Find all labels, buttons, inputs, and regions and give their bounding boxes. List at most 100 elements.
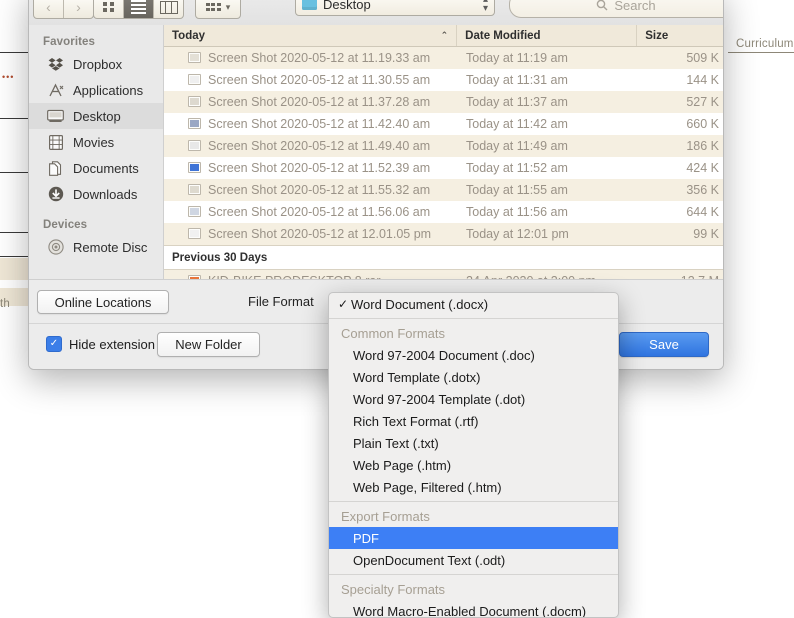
table-row[interactable]: Screen Shot 2020-05-12 at 11.49.40 am Tod…	[164, 135, 723, 157]
bg-rule	[0, 256, 28, 257]
menu-item[interactable]: Web Page, Filtered (.htm)	[329, 476, 618, 498]
search-input[interactable]: Search	[509, 0, 723, 18]
menu-item[interactable]: Word Macro-Enabled Document (.docm)	[329, 600, 618, 618]
search-placeholder: Search	[614, 0, 656, 13]
menu-item[interactable]: PDF	[329, 527, 618, 549]
file-size-cell: 356 K	[686, 182, 719, 197]
sidebar-item-desktop[interactable]: Desktop	[29, 103, 163, 129]
table-row[interactable]: Screen Shot 2020-05-12 at 11.42.40 am Tod…	[164, 113, 723, 135]
sidebar-item-applications[interactable]: Applications	[29, 77, 163, 103]
file-size-cell: 527 K	[686, 94, 719, 109]
documents-icon	[47, 160, 64, 177]
table-row[interactable]: Screen Shot 2020-05-12 at 11.19.33 am Tod…	[164, 47, 723, 69]
search-icon	[597, 0, 608, 11]
hide-extension-checkbox[interactable]: ✓ Hide extension	[46, 336, 155, 352]
sidebar-item-downloads[interactable]: Downloads	[29, 181, 163, 207]
file-name-text: Screen Shot 2020-05-12 at 11.49.40 am	[208, 138, 431, 153]
screenshot-thumbnail-icon	[188, 162, 201, 173]
new-folder-button[interactable]: New Folder	[157, 332, 260, 357]
sidebar-item-label: Desktop	[73, 108, 121, 124]
desktop-icon	[47, 108, 64, 125]
back-button[interactable]: ‹	[34, 0, 64, 18]
menu-item-label: Word Document (.docx)	[351, 296, 489, 312]
grid-icon	[103, 1, 114, 13]
location-popup-button[interactable]: Desktop ▴▾	[295, 0, 495, 16]
chevron-updown-icon: ▴▾	[482, 0, 488, 14]
bg-dots: •••	[2, 72, 15, 82]
menu-separator	[329, 501, 618, 502]
menu-groups: Common Formats Word 97-2004 Document (.do…	[329, 322, 618, 618]
file-date-cell: Today at 11:37 am	[466, 94, 568, 109]
menu-item[interactable]: Rich Text Format (.rtf)	[329, 410, 618, 432]
chevron-down-icon: ▾	[225, 1, 231, 12]
file-date-cell: Today at 11:19 am	[466, 50, 568, 65]
table-row[interactable]: Screen Shot 2020-05-12 at 11.37.28 am Tod…	[164, 91, 723, 113]
nav-buttons[interactable]: ‹ ›	[33, 0, 94, 19]
file-name-text: Screen Shot 2020-05-12 at 11.56.06 am	[208, 204, 431, 219]
menu-item[interactable]: Word 97-2004 Template (.dot)	[329, 388, 618, 410]
file-name-text: Screen Shot 2020-05-12 at 11.52.39 am	[208, 160, 431, 175]
menu-item[interactable]: Word Template (.dotx)	[329, 366, 618, 388]
file-name-text: Screen Shot 2020-05-12 at 11.30.55 am	[208, 72, 431, 87]
sidebar-item-remote-disc[interactable]: Remote Disc	[29, 234, 163, 260]
save-button[interactable]: Save	[619, 332, 709, 357]
menu-item[interactable]: OpenDocument Text (.odt)	[329, 549, 618, 571]
bg-rule	[0, 52, 28, 53]
bg-left-fragment: th	[0, 298, 10, 310]
applications-icon	[47, 82, 64, 99]
sidebar-item-movies[interactable]: Movies	[29, 129, 163, 155]
menu-item-current[interactable]: ✓ Word Document (.docx)	[329, 293, 618, 315]
table-row[interactable]: Screen Shot 2020-05-12 at 11.56.06 am Tod…	[164, 201, 723, 223]
file-date-cell: Today at 11:42 am	[466, 116, 568, 131]
column-header-size[interactable]: Size	[637, 25, 723, 46]
file-name-cell: Screen Shot 2020-05-12 at 12.01.05 pm	[164, 227, 458, 241]
table-row[interactable]: Screen Shot 2020-05-12 at 11.52.39 am Tod…	[164, 157, 723, 179]
folder-icon	[302, 0, 317, 10]
screenshot-thumbnail-icon	[188, 228, 201, 239]
bg-rule	[728, 52, 794, 53]
table-row[interactable]: Screen Shot 2020-05-12 at 11.30.55 am Tod…	[164, 69, 723, 91]
file-date-cell: Today at 11:31 am	[466, 72, 568, 87]
menu-item[interactable]: Word 97-2004 Document (.doc)	[329, 344, 618, 366]
sidebar-section-header: Devices	[43, 219, 88, 231]
menu-section-header: Specialty Formats	[341, 581, 446, 597]
hide-extension-label: Hide extension	[69, 336, 155, 352]
table-row[interactable]: Screen Shot 2020-05-12 at 12.01.05 pm Tod…	[164, 223, 723, 245]
bg-rule	[0, 232, 28, 233]
file-name-text: Screen Shot 2020-05-12 at 12.01.05 pm	[208, 226, 432, 241]
file-name-cell: Screen Shot 2020-05-12 at 11.30.55 am	[164, 73, 458, 87]
file-rows: Screen Shot 2020-05-12 at 11.19.33 am Tod…	[164, 47, 723, 280]
group-icon	[205, 3, 221, 11]
menu-item[interactable]: Web Page (.htm)	[329, 454, 618, 476]
file-name-cell: Screen Shot 2020-05-12 at 11.37.28 am	[164, 95, 458, 109]
menu-separator	[329, 318, 618, 319]
screenshot-thumbnail-icon	[188, 206, 201, 217]
dropbox-icon	[47, 56, 64, 73]
file-date-cell: Today at 11:56 am	[466, 204, 568, 219]
file-list: Today ⌃ Date Modified Size Screen Shot 2…	[164, 25, 723, 280]
sidebar-item-documents[interactable]: Documents	[29, 155, 163, 181]
view-column-button[interactable]	[154, 0, 183, 18]
file-format-menu[interactable]: ✓ Word Document (.docx) Common Formats Wo…	[328, 292, 619, 618]
file-name-text: Screen Shot 2020-05-12 at 11.42.40 am	[208, 116, 431, 131]
view-list-button[interactable]	[124, 0, 154, 18]
file-name-cell: Screen Shot 2020-05-12 at 11.49.40 am	[164, 139, 458, 153]
screenshot-thumbnail-icon	[188, 140, 201, 151]
sidebar-item-dropbox[interactable]: Dropbox	[29, 51, 163, 77]
view-icon-button[interactable]	[94, 0, 124, 18]
sidebar-item-label: Documents	[73, 160, 139, 176]
forward-button[interactable]: ›	[64, 0, 93, 18]
file-size-cell: 660 K	[686, 116, 719, 131]
column-header-name[interactable]: Today ⌃	[164, 25, 458, 46]
table-row[interactable]: Screen Shot 2020-05-12 at 11.55.32 am Tod…	[164, 179, 723, 201]
file-size-cell: 424 K	[686, 160, 719, 175]
file-list-header: Today ⌃ Date Modified Size	[164, 25, 723, 47]
online-locations-button[interactable]: Online Locations	[37, 290, 169, 314]
menu-item[interactable]: Plain Text (.txt)	[329, 432, 618, 454]
bg-rule	[0, 118, 28, 119]
column-header-date[interactable]: Date Modified	[457, 25, 638, 46]
group-by-button[interactable]: ▾	[195, 0, 241, 19]
view-mode-segmented[interactable]	[93, 0, 184, 19]
screenshot-thumbnail-icon	[188, 74, 201, 85]
sidebar-item-label: Downloads	[73, 186, 138, 202]
